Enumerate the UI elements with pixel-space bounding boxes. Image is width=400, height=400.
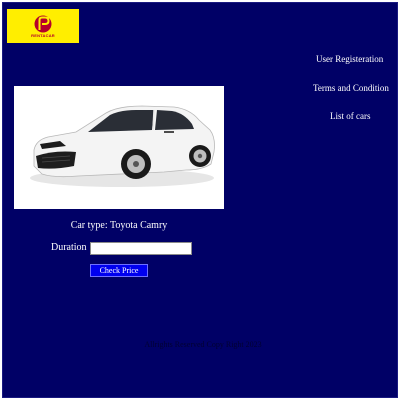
nav-list-of-cars[interactable]: List of cars	[330, 111, 371, 121]
duration-label: Duration	[51, 242, 87, 253]
nav-user-registration[interactable]: User Registeration	[316, 54, 383, 64]
copyright-text: Allrights Reserved Copy Right 2023	[144, 340, 262, 349]
nav-terms-and-condition[interactable]: Terms and Condition	[313, 83, 389, 93]
check-price-button[interactable]: Check Price	[90, 264, 148, 277]
duration-input[interactable]	[90, 242, 192, 255]
logo[interactable]: RENTACAR	[7, 9, 79, 43]
car-image	[14, 86, 224, 209]
car-type-label: Car type: Toyota Camry	[70, 220, 168, 231]
logo-text: RENTACAR	[31, 33, 55, 38]
car-picture	[30, 105, 215, 187]
page-frame: RENTACAR User Registeration Terms and Co…	[2, 2, 398, 398]
